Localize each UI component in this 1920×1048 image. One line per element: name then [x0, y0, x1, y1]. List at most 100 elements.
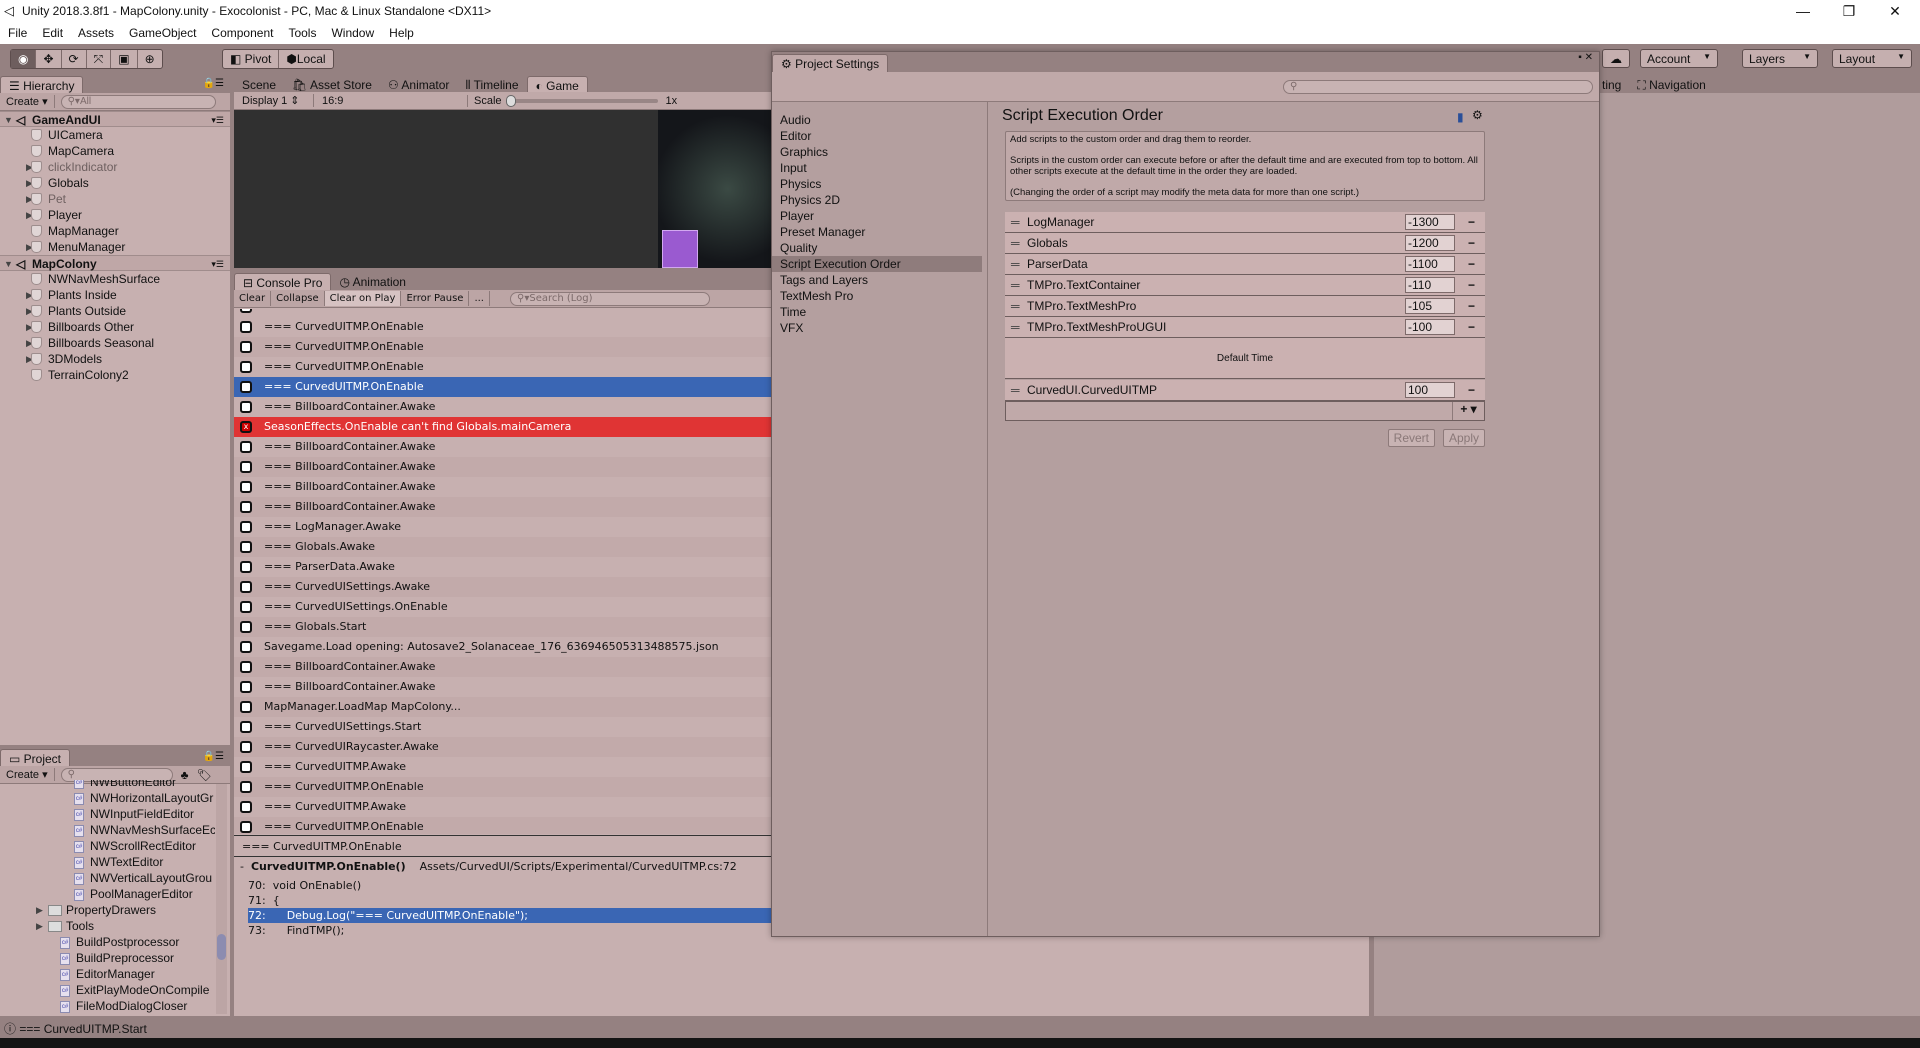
hierarchy-item[interactable]: ▶ clickIndicator: [0, 159, 230, 175]
script-order-row[interactable]: ═ CurvedUI.CurvedUITMP 100−: [1005, 380, 1485, 401]
status-bar[interactable]: ⓘ === CurvedUITMP.Start: [0, 1020, 1920, 1038]
expanded-arrow-icon[interactable]: ▼: [4, 112, 13, 128]
project-item[interactable]: c# BuildPreprocessor: [60, 950, 174, 966]
project-item[interactable]: c# EditorManager: [60, 966, 155, 982]
rotate-tool-button[interactable]: ⟳: [62, 50, 87, 68]
script-order-row[interactable]: ═ LogManager -1300−: [1005, 212, 1485, 233]
stack-path-link[interactable]: Assets/CurvedUI/Scripts/Experimental/Cur…: [420, 860, 737, 873]
drag-handle-icon[interactable]: ═: [1011, 380, 1020, 400]
project-scrollbar[interactable]: [216, 784, 227, 1014]
stack-frame[interactable]: - CurvedUITMP.OnEnable() Assets/CurvedUI…: [240, 860, 737, 873]
settings-category-input[interactable]: Input: [772, 160, 982, 176]
remove-button[interactable]: −: [1468, 254, 1475, 274]
order-input[interactable]: -1100: [1405, 256, 1455, 272]
remove-button[interactable]: −: [1468, 317, 1475, 337]
script-order-row[interactable]: ═ TMPro.TextContainer -110−: [1005, 275, 1485, 296]
drag-handle-icon[interactable]: ═: [1011, 254, 1020, 274]
menu-edit[interactable]: Edit: [34, 22, 70, 40]
gear-icon[interactable]: ⚙: [1472, 108, 1483, 122]
expanded-arrow-icon[interactable]: ▼: [4, 256, 13, 272]
expand-arrow-icon[interactable]: ▶: [36, 918, 43, 934]
drag-handle-icon[interactable]: ═: [1011, 275, 1020, 295]
hierarchy-item[interactable]: UICamera: [0, 127, 230, 143]
rect-tool-button[interactable]: ▣: [111, 50, 138, 68]
menu-tools[interactable]: Tools: [280, 22, 323, 40]
restore-button[interactable]: ❐: [1826, 0, 1872, 22]
window-close-icon[interactable]: ▪ ✕: [1578, 52, 1593, 63]
tab-console-pro[interactable]: ⊟ Console Pro: [234, 273, 332, 290]
script-order-row[interactable]: ═ Globals -1200−: [1005, 233, 1485, 254]
tab-scene[interactable]: Scene: [234, 76, 284, 93]
menu-gameobject[interactable]: GameObject: [121, 22, 203, 40]
hierarchy-item[interactable]: ▶ Plants Outside: [0, 303, 230, 319]
layers-dropdown[interactable]: Layers ▼: [1742, 49, 1818, 68]
menu-help[interactable]: Help: [381, 22, 421, 40]
collab-cloud-button[interactable]: ☁: [1602, 49, 1630, 68]
lock-icon[interactable]: 🔒☰: [203, 78, 224, 89]
project-item[interactable]: ▶ Tools: [36, 918, 94, 934]
tab-game[interactable]: ◐ Game: [526, 76, 588, 93]
account-dropdown[interactable]: Account ▼: [1640, 49, 1718, 68]
tab-asset-store[interactable]: 🛍 Asset Store: [284, 76, 380, 93]
project-item[interactable]: c# FileModDialogCloser: [60, 998, 187, 1014]
settings-category-graphics[interactable]: Graphics: [772, 144, 982, 160]
tab-timeline[interactable]: ⫴ Timeline: [457, 76, 526, 93]
order-input[interactable]: -105: [1405, 298, 1455, 314]
hierarchy-item[interactable]: ▶ Globals: [0, 175, 230, 191]
settings-category-tags-and-layers[interactable]: Tags and Layers: [772, 272, 982, 288]
order-input[interactable]: -110: [1405, 277, 1455, 293]
project-item[interactable]: c# NWButtonEditor: [74, 780, 176, 790]
hierarchy-item[interactable]: ▶ Plants Inside: [0, 287, 230, 303]
remove-button[interactable]: −: [1468, 275, 1475, 295]
pivot-button[interactable]: ◧ Pivot: [223, 50, 280, 68]
apply-button[interactable]: Apply: [1442, 429, 1485, 447]
console---button[interactable]: ...: [469, 291, 490, 306]
view-tool-button[interactable]: ◉: [11, 50, 37, 68]
tab-hierarchy[interactable]: ☰ Hierarchy: [0, 76, 84, 93]
help-book-icon[interactable]: ▮: [1457, 110, 1464, 124]
settings-search-input[interactable]: ⚲: [1283, 80, 1593, 94]
tab-project[interactable]: ▭ Project: [0, 749, 71, 766]
scene-item[interactable]: ▼ ◁ GameAndUI ▾☰: [0, 111, 230, 127]
remove-button[interactable]: −: [1468, 212, 1475, 232]
revert-button[interactable]: Revert: [1387, 429, 1435, 447]
project-item[interactable]: c# ExitPlayModeOnCompile: [60, 982, 209, 998]
scrollbar-thumb[interactable]: [217, 934, 226, 960]
hierarchy-item[interactable]: ▶ 3DModels: [0, 351, 230, 367]
tab-project-settings[interactable]: ⚙ Project Settings: [772, 54, 889, 73]
local-button[interactable]: ⬢ Local: [279, 50, 332, 68]
settings-category-editor[interactable]: Editor: [772, 128, 982, 144]
project-item[interactable]: c# NWNavMeshSurfaceEc: [74, 822, 215, 838]
layout-dropdown[interactable]: Layout ▼: [1832, 49, 1912, 68]
hierarchy-item[interactable]: ▶ Player: [0, 207, 230, 223]
transform-tool-button[interactable]: ⊕: [138, 50, 162, 68]
aspect-dropdown[interactable]: 16:9: [314, 94, 468, 107]
hierarchy-item[interactable]: ▶ Billboards Seasonal: [0, 335, 230, 351]
minimize-button[interactable]: —: [1780, 0, 1826, 22]
order-input[interactable]: 100: [1405, 382, 1455, 398]
order-input[interactable]: -1200: [1405, 235, 1455, 251]
menu-assets[interactable]: Assets: [70, 22, 121, 40]
menu-component[interactable]: Component: [203, 22, 280, 40]
scene-menu-icon[interactable]: ▾☰: [211, 256, 224, 272]
project-item[interactable]: c# NWTextEditor: [74, 854, 163, 870]
close-button[interactable]: ✕: [1872, 0, 1918, 22]
project-item[interactable]: c# PoolManagerEditor: [74, 886, 193, 902]
remove-button[interactable]: −: [1468, 233, 1475, 253]
display-dropdown[interactable]: Display 1 ⇕: [234, 94, 314, 107]
slider-handle[interactable]: [505, 94, 516, 107]
console-clear-on-play-button[interactable]: Clear on Play: [324, 291, 402, 306]
order-input[interactable]: -1300: [1405, 214, 1455, 230]
remove-button[interactable]: −: [1468, 296, 1475, 316]
drag-handle-icon[interactable]: ═: [1011, 212, 1020, 232]
hierarchy-item[interactable]: NWNavMeshSurface: [0, 271, 230, 287]
settings-category-vfx[interactable]: VFX: [772, 320, 982, 336]
drag-handle-icon[interactable]: ═: [1011, 296, 1020, 316]
remove-button[interactable]: −: [1468, 380, 1475, 400]
create-dropdown[interactable]: Create ▾: [0, 95, 55, 108]
scene-item[interactable]: ▼ ◁ MapColony ▾☰: [0, 255, 230, 271]
console-clear-button[interactable]: Clear: [234, 291, 272, 306]
console-error-pause-button[interactable]: Error Pause: [401, 291, 470, 306]
console-collapse-button[interactable]: Collapse: [271, 291, 325, 306]
lock-icon[interactable]: 🔒☰: [203, 751, 224, 762]
